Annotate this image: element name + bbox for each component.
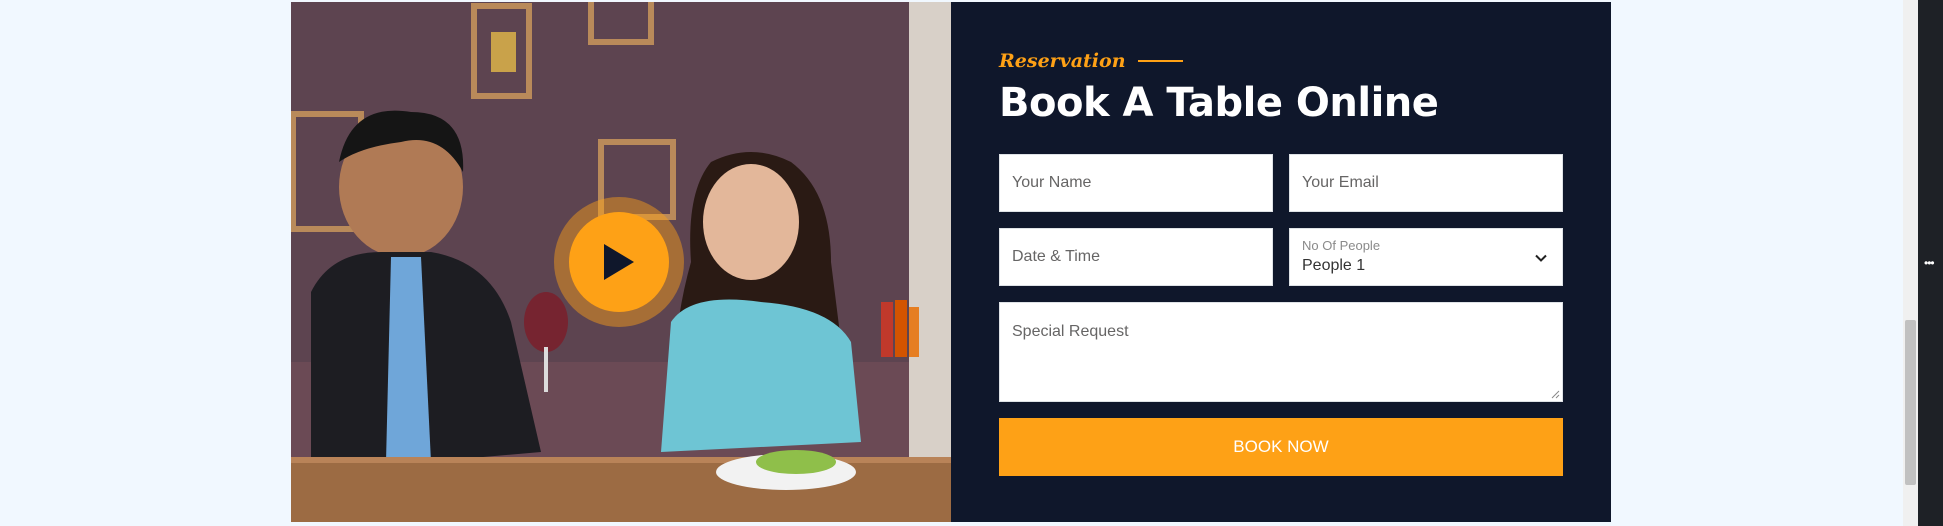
datetime-input[interactable]: Date & Time [999,228,1273,286]
devtools-side-strip: ••• [1918,0,1943,526]
name-placeholder: Your Name [1012,174,1092,191]
page-scrollbar[interactable] [1903,0,1918,526]
datetime-placeholder: Date & Time [1012,248,1101,265]
people-select[interactable]: No Of People People 1 [1289,228,1563,286]
play-video-button[interactable] [554,197,684,327]
reservation-form-panel: Reservation Book A Table Online Your Nam… [951,2,1611,522]
section-title: Book A Table Online [999,80,1439,126]
special-request-placeholder: Special Request [1012,323,1129,340]
ellipsis-icon[interactable]: ••• [1924,256,1935,270]
section-subtitle: Reservation [999,50,1126,72]
reservation-section: Reservation Book A Table Online Your Nam… [291,2,1611,522]
special-request-textarea[interactable]: Special Request [999,302,1563,402]
video-panel [291,2,951,522]
resize-grip-icon[interactable] [1550,389,1560,399]
chevron-down-icon [1535,254,1547,262]
subtitle-divider [1137,60,1183,62]
play-button-circle[interactable] [569,212,669,312]
name-input[interactable]: Your Name [999,154,1273,212]
book-now-button[interactable]: BOOK NOW [999,418,1563,476]
play-icon [604,244,634,280]
people-select-label: No Of People [1302,238,1381,253]
email-placeholder: Your Email [1302,174,1379,191]
section-subtitle-row: Reservation [999,50,1183,72]
scrollbar-thumb[interactable] [1905,320,1916,485]
email-input[interactable]: Your Email [1289,154,1563,212]
people-select-value: People 1 [1302,257,1366,274]
